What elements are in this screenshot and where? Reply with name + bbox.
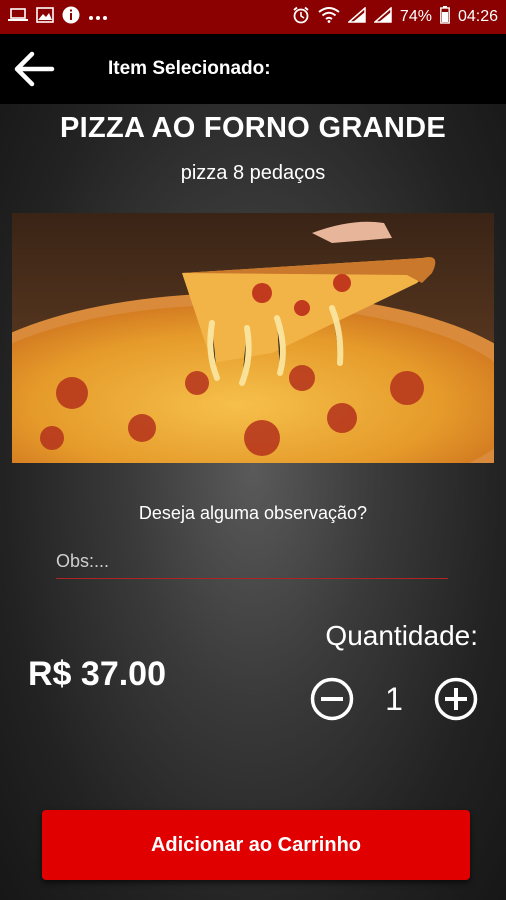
battery-percent: 74% — [399, 8, 432, 25]
quantity-stepper: 1 — [310, 676, 478, 722]
alarm-icon — [292, 6, 310, 29]
clock: 04:26 — [457, 8, 498, 25]
status-bar: 74% 04:26 — [0, 0, 506, 34]
wifi-icon — [318, 6, 340, 28]
item-title: PIZZA AO FORNO GRANDE — [60, 112, 446, 144]
image-icon — [36, 6, 54, 28]
quantity-value: 1 — [385, 680, 403, 717]
laptop-icon — [8, 7, 28, 27]
add-to-cart-button[interactable]: Adicionar ao Carrinho — [42, 810, 470, 880]
arrow-left-icon — [14, 51, 55, 87]
battery-icon — [440, 5, 450, 29]
observation-question: Deseja alguma observação? — [138, 503, 368, 523]
appbar-title: Item Selecionado: — [108, 58, 271, 79]
app-bar: Item Selecionado: — [0, 34, 506, 104]
decrement-button[interactable] — [310, 677, 354, 721]
observation-input[interactable] — [56, 546, 448, 579]
signal-icon — [346, 5, 366, 28]
quantity-label: Quantidade: — [325, 620, 478, 651]
item-price: R$ 37.00 — [28, 655, 166, 693]
back-button[interactable] — [4, 34, 64, 104]
minus-circle-icon — [310, 677, 354, 721]
signal-icon — [372, 5, 392, 28]
status-right-icons: 74% 04:26 — [292, 5, 498, 29]
plus-circle-icon — [434, 677, 478, 721]
more-dots-icon — [88, 8, 108, 26]
increment-button[interactable] — [434, 677, 478, 721]
status-left-icons — [8, 6, 108, 29]
item-subtitle: pizza 8 pedaços — [180, 162, 326, 184]
pizza-photo — [12, 213, 494, 463]
info-icon — [62, 6, 80, 29]
